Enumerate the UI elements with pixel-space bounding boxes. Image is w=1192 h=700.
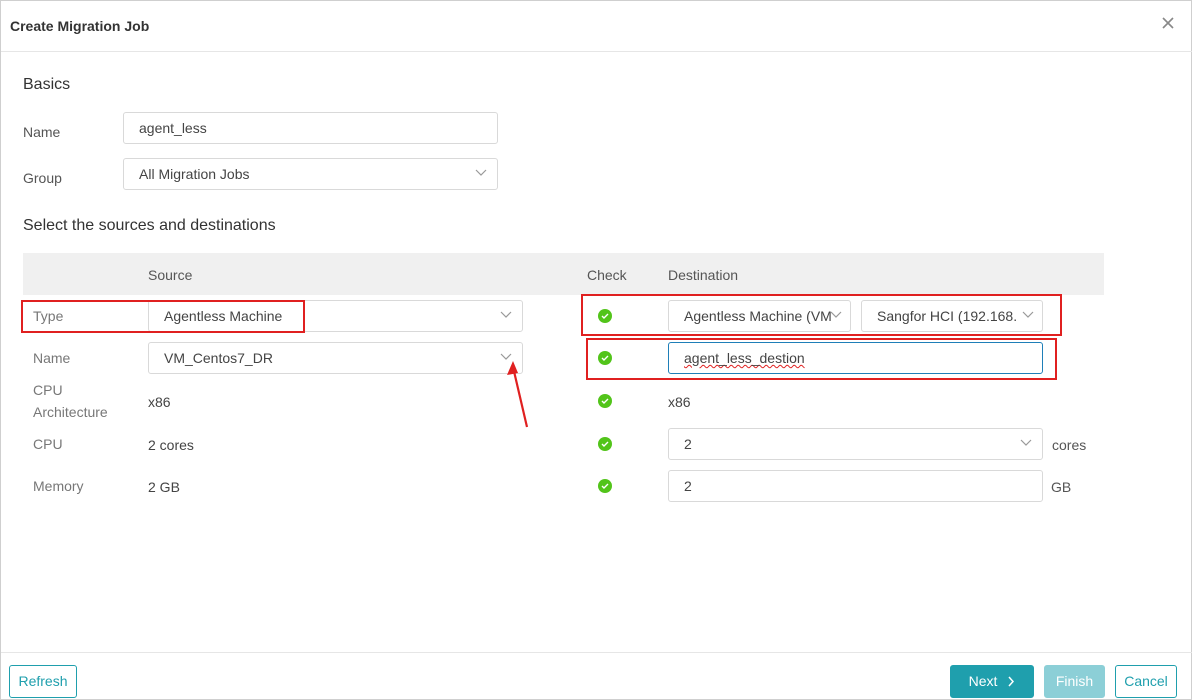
refresh-button[interactable]: Refresh xyxy=(9,665,77,698)
finish-button[interactable]: Finish xyxy=(1044,665,1105,698)
next-button-label: Next xyxy=(968,673,998,689)
cpu-arch-label-line1: CPU xyxy=(33,382,63,398)
job-name-input[interactable]: agent_less xyxy=(123,112,498,144)
check-circle-icon xyxy=(598,479,612,493)
highlight-box-destination-name xyxy=(586,338,1057,380)
cpu-row-label: CPU xyxy=(33,436,63,452)
sources-section-title: Select the sources and destinations xyxy=(23,217,276,234)
destination-cpu-arch-value: x86 xyxy=(668,394,691,410)
name-label: Name xyxy=(23,124,61,140)
source-cpu-value: 2 cores xyxy=(148,437,194,453)
highlight-box-destination-type xyxy=(581,294,1062,336)
check-circle-icon xyxy=(598,394,612,408)
destination-column-header: Destination xyxy=(668,267,739,283)
group-select[interactable]: All Migration Jobs xyxy=(123,158,498,190)
destination-memory-input[interactable]: 2 xyxy=(668,470,1043,502)
red-arrow-annotation xyxy=(507,361,529,428)
name-row-label: Name xyxy=(33,350,71,366)
chevron-down-icon xyxy=(500,311,512,318)
basics-section-title: Basics xyxy=(23,76,71,93)
next-button[interactable]: Next xyxy=(950,665,1034,698)
source-column-header: Source xyxy=(148,267,193,283)
highlight-box-type xyxy=(21,300,305,333)
cpu-arch-row-label: CPU Architecture xyxy=(33,379,108,423)
cpu-arch-label-line2: Architecture xyxy=(33,404,108,420)
check-column-header: Check xyxy=(587,267,627,283)
chevron-down-icon xyxy=(1020,439,1032,446)
dialog-header: Create Migration Job xyxy=(1,1,1192,52)
chevron-right-icon xyxy=(1008,676,1015,687)
check-circle-icon xyxy=(598,437,612,451)
destination-memory-value: 2 xyxy=(684,478,692,494)
dialog-title: Create Migration Job xyxy=(10,18,150,34)
job-name-value: agent_less xyxy=(139,120,207,136)
source-vm-select[interactable]: VM_Centos7_DR xyxy=(148,342,523,374)
chevron-down-icon xyxy=(475,169,487,176)
group-select-value: All Migration Jobs xyxy=(139,166,250,182)
memory-unit-label: GB xyxy=(1051,479,1072,495)
cancel-button[interactable]: Cancel xyxy=(1115,665,1177,698)
source-vm-value: VM_Centos7_DR xyxy=(164,350,273,366)
source-memory-value: 2 GB xyxy=(148,479,180,495)
cpu-unit-label: cores xyxy=(1052,437,1087,453)
create-migration-job-dialog: Create Migration Job Basics Name agent_l… xyxy=(0,0,1192,700)
destination-cpu-value: 2 xyxy=(684,436,692,452)
destination-cpu-select[interactable]: 2 xyxy=(668,428,1043,460)
group-label: Group xyxy=(23,170,62,186)
memory-row-label: Memory xyxy=(33,478,84,494)
table-header: Source Check Destination xyxy=(23,253,1104,295)
source-cpu-arch-value: x86 xyxy=(148,394,171,410)
close-icon[interactable] xyxy=(1159,14,1177,32)
